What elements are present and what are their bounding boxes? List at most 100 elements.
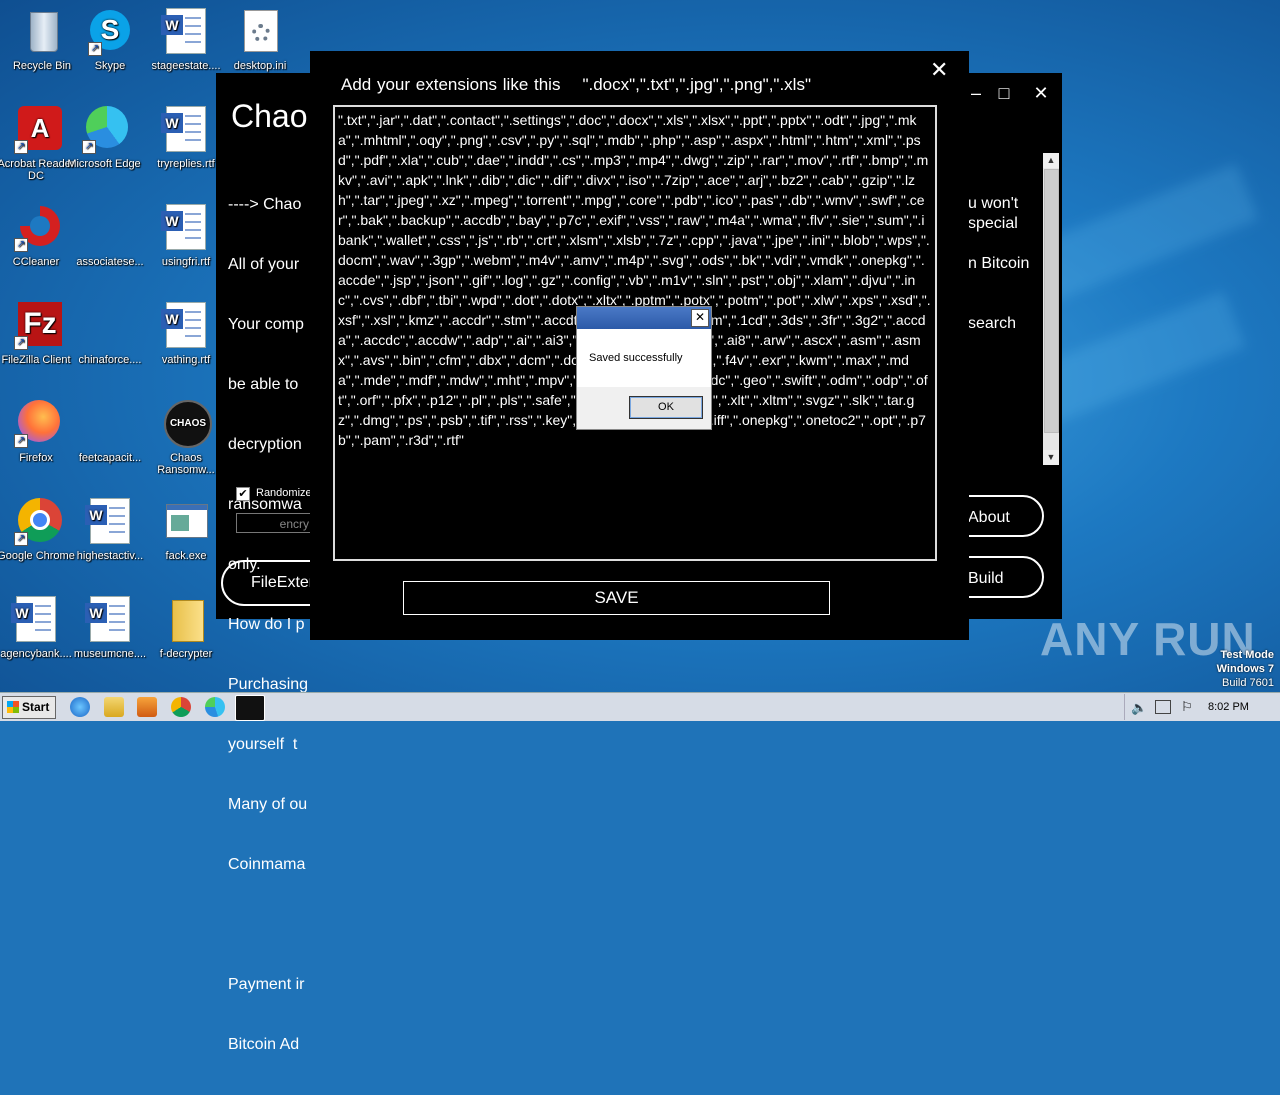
desktop-icon-filezilla[interactable]: Fz ↗ FileZilla Client bbox=[0, 302, 78, 366]
encrypt-input[interactable]: encry bbox=[236, 513, 316, 533]
icon-label: desktop.ini bbox=[233, 60, 287, 72]
icon-label: FileZilla Client bbox=[1, 354, 71, 366]
desktop-icon-chinaforce[interactable]: chinaforce.... bbox=[68, 302, 152, 366]
desktop-icon-feetcapacit[interactable]: feetcapacit... bbox=[68, 400, 152, 464]
note-line: ----> Chao bbox=[228, 196, 302, 213]
icon-label: Google Chrome bbox=[0, 550, 75, 562]
desktop-icon-desktop-ini[interactable]: desktop.ini bbox=[218, 8, 302, 72]
windows-logo-icon bbox=[7, 701, 19, 713]
note-line: All of your bbox=[228, 256, 300, 273]
close-icon[interactable]: ✕ bbox=[691, 309, 709, 327]
desktop-icon-highestactiv[interactable]: W highestactiv... bbox=[68, 498, 152, 562]
note-line: Payment ir bbox=[228, 976, 305, 993]
note-right-line: search bbox=[968, 315, 1017, 332]
icon-label: associatese... bbox=[76, 256, 144, 268]
flag-icon[interactable]: ⚐ bbox=[1181, 699, 1193, 715]
desktop-icon-skype[interactable]: S ↗ Skype bbox=[68, 8, 152, 72]
blank-file-icon bbox=[86, 302, 134, 350]
note-right-line: n Bitcoin bbox=[968, 255, 1030, 272]
maximize-button[interactable]: □ bbox=[994, 83, 1014, 103]
desktop-icon-ccleaner[interactable]: ↗ CCleaner bbox=[0, 204, 78, 268]
explorer-folder-icon[interactable] bbox=[104, 697, 124, 717]
minimize-button[interactable]: – bbox=[966, 83, 986, 103]
icon-label: museumcne.... bbox=[73, 648, 147, 660]
edge-taskbar-icon[interactable] bbox=[205, 697, 225, 717]
save-button[interactable]: SAVE bbox=[403, 581, 830, 615]
filezilla-icon: Fz ↗ bbox=[12, 302, 62, 350]
note-line: decryption bbox=[228, 436, 302, 453]
chaos-app-icon: CHAOS bbox=[162, 400, 212, 448]
word-document-icon: W bbox=[11, 596, 60, 644]
note-line: Coinmama bbox=[228, 856, 306, 873]
taskbar: Start 🔈 ⚐ 8:02 PM bbox=[0, 692, 1280, 721]
note-right-line: special bbox=[968, 215, 1018, 232]
test-mode-notice: Test Mode Windows 7 Build 7601 bbox=[1217, 648, 1274, 690]
close-button[interactable]: ✕ bbox=[1031, 83, 1051, 103]
saved-message-box: ✕ Saved successfully OK bbox=[576, 306, 712, 430]
randomize-label: Randomize bbox=[256, 487, 312, 499]
chaos-taskbar-icon[interactable] bbox=[235, 695, 265, 721]
desktop-icon-chrome[interactable]: ↗ Google Chrome bbox=[0, 498, 78, 562]
desktop-icon-museumcne[interactable]: W museumcne.... bbox=[68, 596, 152, 660]
desktop-icon-stageestate[interactable]: W stageestate.... bbox=[144, 8, 228, 72]
ccleaner-icon: ↗ bbox=[12, 204, 60, 252]
ie-icon[interactable] bbox=[70, 697, 90, 717]
desktop-icon-edge[interactable]: ↗ Microsoft Edge bbox=[62, 106, 146, 170]
blank-file-icon bbox=[86, 400, 134, 448]
word-document-icon: W bbox=[161, 8, 210, 56]
test-mode-line: Test Mode bbox=[1220, 649, 1274, 661]
word-document-icon: W bbox=[161, 302, 210, 350]
word-document-icon: W bbox=[161, 204, 210, 252]
note-line: Bitcoin Ad bbox=[228, 1036, 300, 1053]
icon-label: agencybank.... bbox=[0, 648, 72, 660]
icon-label: stageestate.... bbox=[151, 60, 221, 72]
icon-label: feetcapacit... bbox=[78, 452, 142, 464]
note-line: yourself t bbox=[228, 736, 298, 753]
icon-label: highestactiv... bbox=[76, 550, 144, 562]
test-mode-line: Build 7601 bbox=[1222, 677, 1274, 689]
folder-icon bbox=[162, 596, 210, 644]
icon-label: chinaforce.... bbox=[78, 354, 142, 366]
desktop-icon-associatese[interactable]: associatese... bbox=[68, 204, 152, 268]
media-player-icon[interactable] bbox=[137, 697, 157, 717]
close-icon[interactable]: ✕ bbox=[930, 57, 948, 83]
note-right-line: u won't bbox=[968, 195, 1019, 212]
scroll-down-arrow-icon[interactable]: ▼ bbox=[1043, 450, 1059, 465]
settings-file-icon bbox=[236, 8, 284, 56]
note-line: Many of ou bbox=[228, 796, 308, 813]
skype-icon: S ↗ bbox=[86, 8, 134, 56]
note-line: be able to bbox=[228, 376, 299, 393]
vertical-scrollbar[interactable]: ▲ ▼ bbox=[1043, 153, 1059, 465]
chaos-title: Chao bbox=[231, 98, 308, 134]
icon-label: CCleaner bbox=[12, 256, 60, 268]
extensions-header-label: Add your extensions like this bbox=[341, 75, 561, 94]
extensions-header: Add your extensions like this ".docx",".t… bbox=[341, 75, 811, 95]
icon-label: Microsoft Edge bbox=[67, 158, 141, 170]
ok-button[interactable]: OK bbox=[629, 396, 703, 419]
taskbar-clock[interactable]: 8:02 PM bbox=[1208, 701, 1249, 713]
icon-label: f-decrypter bbox=[159, 648, 213, 660]
extensions-header-example: ".docx",".txt",".jpg",".png",".xls" bbox=[582, 75, 811, 94]
start-label: Start bbox=[22, 700, 50, 714]
acrobat-icon: A ↗ bbox=[12, 106, 62, 154]
randomize-checkbox[interactable]: ✔ bbox=[236, 487, 250, 501]
blank-file-icon bbox=[86, 204, 134, 252]
scroll-thumb[interactable] bbox=[1044, 169, 1059, 433]
network-icon[interactable] bbox=[1155, 700, 1171, 714]
edge-icon: ↗ bbox=[80, 106, 128, 154]
volume-icon[interactable]: 🔈 bbox=[1131, 700, 1147, 716]
word-document-icon: W bbox=[85, 498, 134, 546]
system-tray: 🔈 ⚐ bbox=[1124, 694, 1279, 720]
icon-label: Skype bbox=[94, 60, 126, 72]
scroll-up-arrow-icon[interactable]: ▲ bbox=[1043, 153, 1059, 168]
note-line: Your comp bbox=[228, 316, 304, 333]
desktop-icon-firefox[interactable]: ↗ Firefox bbox=[0, 400, 78, 464]
note-line: How do I p bbox=[228, 616, 305, 633]
desktop-icon-agencybank[interactable]: W agencybank.... bbox=[0, 596, 78, 660]
icon-label: Firefox bbox=[19, 452, 53, 464]
ransom-note-text: ----> Chao All of your Your comp be able… bbox=[228, 155, 308, 1095]
chrome-taskbar-icon[interactable] bbox=[171, 697, 191, 717]
exe-window-icon bbox=[162, 498, 210, 546]
test-mode-line: Windows 7 bbox=[1216, 663, 1274, 675]
start-button[interactable]: Start bbox=[2, 696, 56, 719]
